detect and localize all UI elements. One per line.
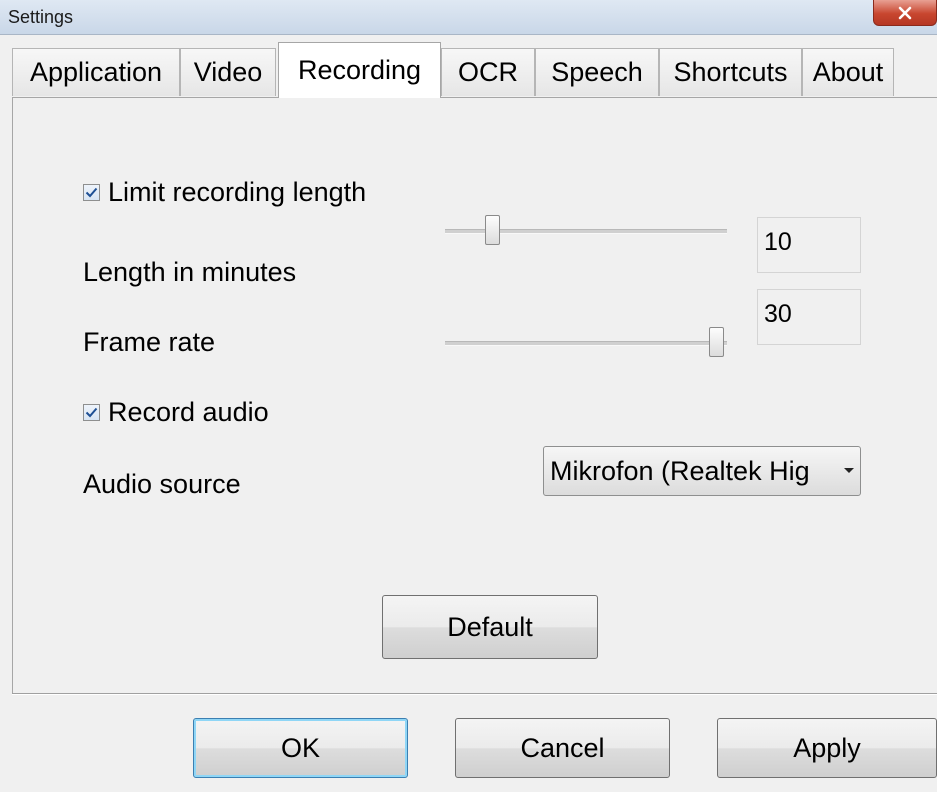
limit-length-checkbox[interactable]	[83, 184, 100, 201]
window-title: Settings	[8, 7, 74, 27]
tab-label: Speech	[551, 57, 643, 87]
slider-thumb[interactable]	[709, 327, 724, 357]
tab-about[interactable]: About	[802, 48, 894, 96]
length-minutes-label: Length in minutes	[83, 257, 297, 287]
chevron-down-icon	[844, 468, 854, 473]
default-button[interactable]: Default	[382, 595, 598, 659]
tab-label: Application	[29, 57, 163, 87]
slider-track	[445, 341, 727, 346]
tab-recording[interactable]: Recording	[278, 42, 441, 98]
cancel-button-label: Cancel	[520, 732, 605, 763]
audio-source-dropdown[interactable]: Mikrofon (Realtek Hig	[543, 446, 861, 496]
apply-button[interactable]: Apply	[717, 718, 937, 778]
close-icon	[898, 6, 912, 19]
frame-rate-text: 30	[764, 300, 792, 328]
cancel-button[interactable]: Cancel	[455, 718, 670, 778]
tab-label: Video	[193, 57, 263, 87]
tab-shortcuts[interactable]: Shortcuts	[659, 48, 802, 96]
tab-application[interactable]: Application	[12, 48, 180, 96]
audio-source-label: Audio source	[83, 469, 241, 499]
frame-rate-label: Frame rate	[83, 327, 216, 357]
length-slider[interactable]	[445, 215, 727, 255]
limit-length-row: Limit recording length	[83, 177, 366, 208]
tab-label: OCR	[458, 57, 518, 87]
footer-divider-highlight	[12, 694, 937, 695]
tab-speech[interactable]: Speech	[535, 48, 659, 96]
tab-strip: Application Video Recording OCR Speech S…	[12, 42, 937, 98]
checkmark-icon	[85, 407, 98, 418]
ok-button[interactable]: OK	[193, 718, 408, 778]
tab-video[interactable]: Video	[180, 48, 276, 96]
record-audio-checkbox[interactable]	[83, 404, 100, 421]
tab-divider	[12, 97, 937, 98]
apply-button-label: Apply	[793, 732, 861, 763]
tab-label: About	[812, 57, 884, 87]
title-bar: Settings	[0, 0, 937, 35]
slider-thumb[interactable]	[485, 215, 500, 245]
length-minutes-value[interactable]: 10	[757, 217, 861, 273]
default-button-label: Default	[447, 611, 533, 642]
ok-button-label: OK	[280, 732, 320, 763]
record-audio-label: Record audio	[108, 397, 269, 427]
checkmark-icon	[85, 187, 98, 198]
recording-panel: Limit recording length 10 Length in minu…	[12, 97, 937, 693]
frame-rate-slider[interactable]	[445, 327, 727, 367]
tab-ocr[interactable]: OCR	[441, 48, 535, 96]
audio-source-selected: Mikrofon (Realtek Hig	[550, 455, 810, 486]
limit-length-label: Limit recording length	[108, 177, 367, 207]
tab-label: Recording	[297, 55, 422, 85]
settings-window: Settings Application Video Recording OCR…	[0, 0, 937, 792]
record-audio-row: Record audio	[83, 397, 269, 428]
tab-label: Shortcuts	[673, 57, 788, 87]
length-minutes-text: 10	[764, 228, 792, 256]
frame-rate-value[interactable]: 30	[757, 289, 861, 345]
close-button[interactable]	[873, 0, 937, 26]
